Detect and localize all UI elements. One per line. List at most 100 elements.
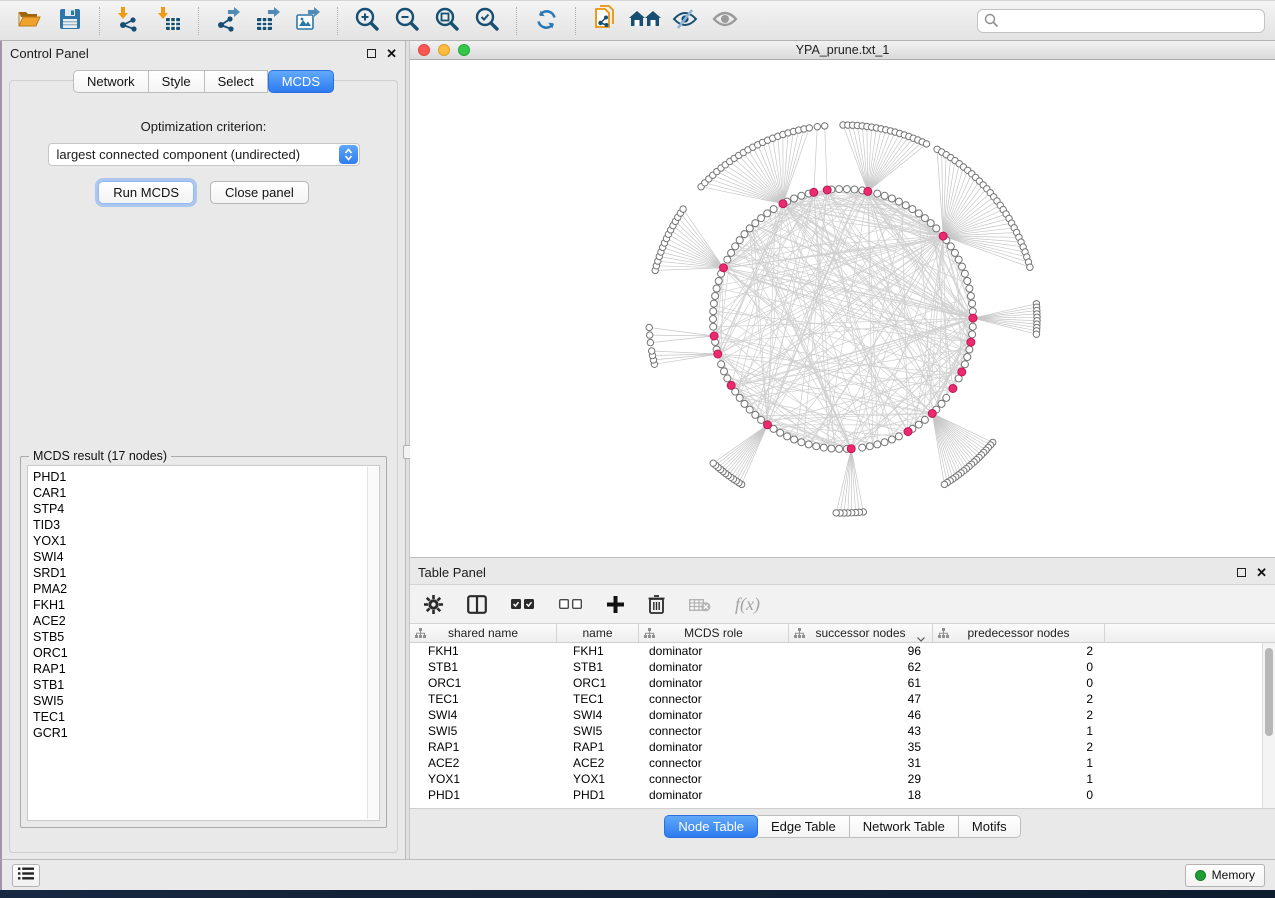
show-column-panel-button[interactable]: [467, 595, 487, 614]
mcds-result-item[interactable]: CAR1: [33, 485, 365, 501]
table-cell: YOX1: [557, 771, 639, 787]
table-row[interactable]: ORC1ORC1dominator610: [410, 675, 1262, 691]
table-row[interactable]: SWI4SWI4dominator462: [410, 707, 1262, 723]
table-cell: ORC1: [557, 675, 639, 691]
export-network-button[interactable]: [211, 5, 245, 37]
select-stepper-icon: [339, 145, 358, 164]
table-row[interactable]: TEC1TEC1connector472: [410, 691, 1262, 707]
zoom-selected-button[interactable]: [470, 5, 504, 37]
export-image-button[interactable]: [291, 5, 325, 37]
tab-mcds[interactable]: MCDS: [268, 70, 334, 93]
import-network-button[interactable]: [112, 5, 146, 37]
table-tabs: Node TableEdge TableNetwork TableMotifs: [410, 809, 1275, 859]
mcds-result-item[interactable]: SWI4: [33, 549, 365, 565]
tab-edge-table[interactable]: Edge Table: [758, 815, 850, 838]
mcds-result-item[interactable]: FKH1: [33, 597, 365, 613]
mcds-result-item[interactable]: ACE2: [33, 613, 365, 629]
table-cell: 0: [933, 675, 1105, 691]
table-cell: 1: [933, 723, 1105, 739]
mcds-result-item[interactable]: PHD1: [33, 469, 365, 485]
hide-selected-button[interactable]: [668, 5, 702, 37]
delete-table-button[interactable]: [689, 597, 711, 612]
table-cell: dominator: [639, 739, 789, 755]
import-table-button[interactable]: [152, 5, 186, 37]
float-panel-icon[interactable]: [367, 49, 376, 58]
tab-network-table[interactable]: Network Table: [850, 815, 959, 838]
select-all-button[interactable]: [511, 598, 535, 610]
table-scrollbar-thumb[interactable]: [1265, 648, 1273, 736]
zoom-in-button[interactable]: [350, 5, 384, 37]
mcds-result-title: MCDS result (17 nodes): [29, 449, 171, 463]
column-header-shared-name[interactable]: shared name: [410, 624, 557, 642]
mcds-result-item[interactable]: SRD1: [33, 565, 365, 581]
column-header-mcds-role[interactable]: MCDS role: [639, 624, 789, 642]
search-input[interactable]: [977, 9, 1265, 33]
close-table-panel-icon[interactable]: ✕: [1256, 566, 1267, 579]
memory-button[interactable]: Memory: [1185, 864, 1265, 887]
mcds-result-item[interactable]: TID3: [33, 517, 365, 533]
function-builder-button[interactable]: f(x): [735, 594, 760, 615]
network-canvas[interactable]: [410, 60, 1275, 557]
application-window: Control Panel ✕ NetworkStyleSelectMCDS O…: [0, 0, 1275, 890]
table-row[interactable]: FKH1FKH1dominator962: [410, 643, 1262, 659]
table-row[interactable]: ACE2ACE2connector311: [410, 755, 1262, 771]
table-row[interactable]: PHD1PHD1dominator180: [410, 787, 1262, 803]
zoom-fit-button[interactable]: [430, 5, 464, 37]
mcds-result-item[interactable]: STB5: [33, 629, 365, 645]
tab-network[interactable]: Network: [73, 70, 149, 93]
close-panel-button[interactable]: Close panel: [210, 181, 309, 204]
main-toolbar: [0, 0, 1275, 41]
optimization-criterion-select[interactable]: largest connected component (undirected): [48, 143, 360, 166]
mcds-result-item[interactable]: PMA2: [33, 581, 365, 597]
mcds-result-item[interactable]: GCR1: [33, 725, 365, 741]
mcds-result-item[interactable]: TEC1: [33, 709, 365, 725]
tab-motifs[interactable]: Motifs: [959, 815, 1021, 838]
column-header-name[interactable]: name: [557, 624, 639, 642]
status-bar: Memory: [0, 859, 1275, 890]
save-session-button[interactable]: [53, 5, 87, 37]
table-cell: PHD1: [557, 787, 639, 803]
table-scrollbar[interactable]: [1262, 643, 1275, 808]
result-list-scrollbar[interactable]: [367, 467, 378, 819]
show-all-button[interactable]: [708, 5, 742, 37]
task-history-button[interactable]: [12, 864, 40, 887]
zoom-out-button[interactable]: [390, 5, 424, 37]
table-cell: 29: [789, 771, 933, 787]
deselect-all-button[interactable]: [559, 598, 583, 610]
mcds-result-item[interactable]: YOX1: [33, 533, 365, 549]
table-settings-button[interactable]: [424, 595, 443, 614]
mcds-result-item[interactable]: RAP1: [33, 661, 365, 677]
mcds-result-item[interactable]: SWI5: [33, 693, 365, 709]
table-row[interactable]: STB1STB1dominator620: [410, 659, 1262, 675]
table-cell: 31: [789, 755, 933, 771]
table-cell: RAP1: [410, 739, 557, 755]
tab-node-table[interactable]: Node Table: [664, 815, 758, 838]
toolbar-separator: [198, 7, 199, 35]
table-row[interactable]: SWI5SWI5connector431: [410, 723, 1262, 739]
table-toolbar: f(x): [410, 584, 1275, 624]
table-row[interactable]: RAP1RAP1dominator352: [410, 739, 1262, 755]
refresh-view-button[interactable]: [529, 5, 563, 37]
table-row[interactable]: YOX1YOX1connector291: [410, 771, 1262, 787]
first-neighbors-button[interactable]: [628, 5, 662, 37]
float-table-panel-icon[interactable]: [1237, 568, 1246, 577]
export-table-button[interactable]: [251, 5, 285, 37]
close-panel-icon[interactable]: ✕: [386, 47, 397, 60]
open-session-button[interactable]: [13, 5, 47, 37]
delete-column-button[interactable]: [648, 594, 665, 614]
tab-select[interactable]: Select: [205, 70, 268, 93]
toolbar-separator: [516, 7, 517, 35]
mcds-result-item[interactable]: STP4: [33, 501, 365, 517]
zoom-selected-icon: [474, 6, 500, 35]
tab-style[interactable]: Style: [149, 70, 205, 93]
column-header-predecessor-nodes[interactable]: predecessor nodes: [933, 624, 1105, 642]
mcds-result-list[interactable]: PHD1CAR1STP4TID3YOX1SWI4SRD1PMA2FKH1ACE2…: [27, 465, 380, 821]
mcds-result-item[interactable]: ORC1: [33, 645, 365, 661]
column-header-successor-nodes[interactable]: successor nodes: [789, 624, 933, 642]
create-column-button[interactable]: [607, 596, 624, 613]
run-mcds-button[interactable]: Run MCDS: [98, 181, 194, 204]
new-network-from-selection-button[interactable]: [588, 5, 622, 37]
table-cell: ACE2: [557, 755, 639, 771]
mcds-result-group: MCDS result (17 nodes) PHD1CAR1STP4TID3Y…: [20, 456, 387, 828]
mcds-result-item[interactable]: STB1: [33, 677, 365, 693]
